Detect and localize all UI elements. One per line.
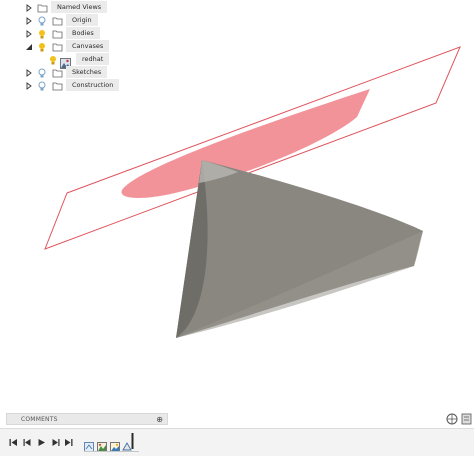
navigation-toolbar	[444, 411, 474, 427]
browser-item-label[interactable]: Bodies	[66, 27, 100, 39]
collapse-arrow-icon[interactable]	[24, 42, 34, 52]
expand-arrow-icon[interactable]	[24, 81, 34, 91]
light-bulb-off-icon[interactable]	[36, 80, 48, 92]
add-comment-icon[interactable]: ⊕	[156, 414, 163, 425]
expand-arrow-icon[interactable]	[24, 68, 34, 78]
canvas-image-icon	[60, 54, 72, 69]
step-back-icon[interactable]	[22, 437, 32, 447]
folder-icon	[36, 2, 48, 14]
browser-item-label[interactable]: redhat	[76, 53, 110, 65]
expand-arrow-icon[interactable]	[24, 29, 34, 39]
light-bulb-off-icon[interactable]	[36, 67, 48, 79]
browser-item-label[interactable]: Sketches	[66, 66, 108, 78]
browser-item-label[interactable]: Named Views	[51, 1, 108, 13]
browser-item-label[interactable]: Origin	[66, 14, 98, 26]
folder-icon	[51, 15, 63, 27]
browser-item-label[interactable]: Construction	[66, 79, 120, 91]
folder-icon	[51, 41, 63, 53]
folder-icon	[51, 67, 63, 79]
light-bulb-off-icon[interactable]	[36, 15, 48, 27]
browser-item-named-views[interactable]: Named Views	[20, 1, 140, 14]
expand-arrow-icon[interactable]	[24, 16, 34, 26]
canvas-feature-icon[interactable]	[97, 437, 107, 452]
display-settings-icon[interactable]	[461, 413, 472, 425]
sketch-feature-icon[interactable]	[84, 437, 94, 452]
browser-item-sketches[interactable]: Sketches	[20, 66, 140, 79]
light-bulb-on-icon[interactable]	[47, 54, 59, 66]
skip-to-end-icon[interactable]	[63, 437, 73, 447]
browser-item-label[interactable]: Canvases	[66, 40, 110, 52]
comments-panel[interactable]: COMMENTS ⊕	[6, 413, 168, 425]
expand-arrow-icon[interactable]	[24, 3, 34, 13]
orbit-icon[interactable]	[446, 413, 458, 425]
step-forward-icon[interactable]	[50, 437, 60, 447]
comments-title: COMMENTS	[21, 416, 58, 423]
timeline-marker[interactable]	[131, 433, 134, 449]
browser-item-construction[interactable]: Construction	[20, 79, 140, 92]
skip-to-start-icon[interactable]	[8, 437, 18, 447]
browser-item-origin[interactable]: Origin	[20, 14, 140, 27]
folder-icon	[51, 28, 63, 40]
folder-icon	[51, 80, 63, 92]
image-feature-icon[interactable]	[110, 437, 120, 452]
browser-item-bodies[interactable]: Bodies	[20, 27, 140, 40]
timeline-track	[84, 451, 139, 452]
play-icon[interactable]	[36, 437, 46, 447]
timeline-bar	[0, 428, 474, 456]
browser-item-redhat[interactable]: redhat	[20, 53, 140, 69]
browser-item-canvases[interactable]: Canvases	[20, 40, 140, 53]
light-bulb-on-icon[interactable]	[36, 28, 48, 40]
light-bulb-on-icon[interactable]	[36, 41, 48, 53]
browser-tree: Named Views Origin Bodies Canvases redha…	[20, 1, 140, 92]
